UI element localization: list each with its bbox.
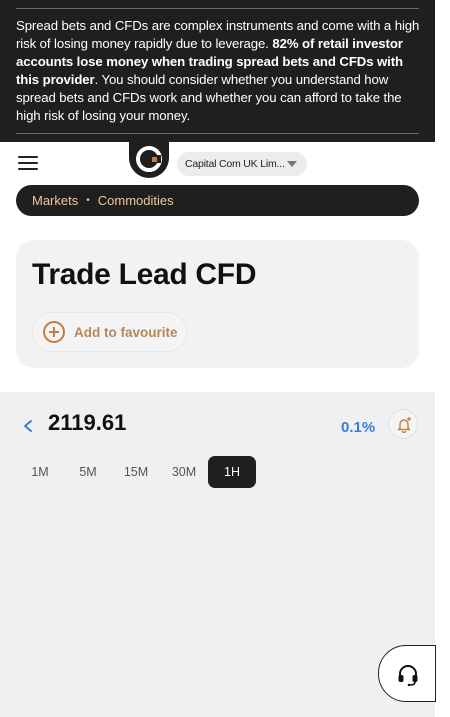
tab-15m[interactable]: 15M	[112, 456, 160, 488]
tab-30m[interactable]: 30M	[160, 456, 208, 488]
add-to-favourite-button[interactable]: Add to favourite	[32, 312, 187, 352]
capital-com-logo[interactable]	[129, 142, 169, 178]
breadcrumb-commodities[interactable]: Commodities	[98, 193, 174, 208]
risk-divider-top	[16, 8, 419, 9]
risk-divider-bottom	[16, 133, 419, 134]
bell-plus-icon	[397, 417, 411, 433]
page-title: Trade Lead CFD	[32, 258, 257, 291]
tab-1m[interactable]: 1M	[16, 456, 64, 488]
instrument-card: Trade Lead CFD Add to favourite	[16, 240, 419, 368]
site-header: Capital Com UK Lim...	[0, 142, 435, 184]
breadcrumb-markets[interactable]: Markets	[32, 193, 78, 208]
plus-circle-icon	[43, 321, 65, 343]
price-change-percent: 0.1%	[341, 419, 376, 436]
breadcrumb-separator: •	[86, 195, 90, 206]
entity-select-value: Capital Com UK Lim...	[185, 158, 285, 170]
tab-5m[interactable]: 5M	[64, 456, 112, 488]
hamburger-menu-icon[interactable]	[18, 156, 38, 172]
price-chart-panel: 2119.61 0.1% 1M 5M 15M 30M 1H	[0, 392, 436, 717]
entity-select[interactable]: Capital Com UK Lim...	[177, 152, 307, 176]
chevron-down-icon	[287, 161, 297, 167]
support-chat-button[interactable]	[378, 645, 436, 702]
headset-icon	[398, 665, 418, 686]
risk-warning-text: Spread bets and CFDs are complex instrum…	[16, 17, 420, 125]
add-to-favourite-label: Add to favourite	[74, 324, 178, 340]
risk-warning-banner: Spread bets and CFDs are complex instrum…	[0, 0, 435, 142]
chevron-left-icon[interactable]	[22, 419, 34, 438]
price-alert-button[interactable]	[388, 409, 418, 439]
tab-1h[interactable]: 1H	[208, 456, 256, 488]
breadcrumb: Markets • Commodities	[16, 185, 419, 216]
timeframe-tabs: 1M 5M 15M 30M 1H	[16, 456, 256, 488]
current-price: 2119.61	[48, 410, 127, 435]
